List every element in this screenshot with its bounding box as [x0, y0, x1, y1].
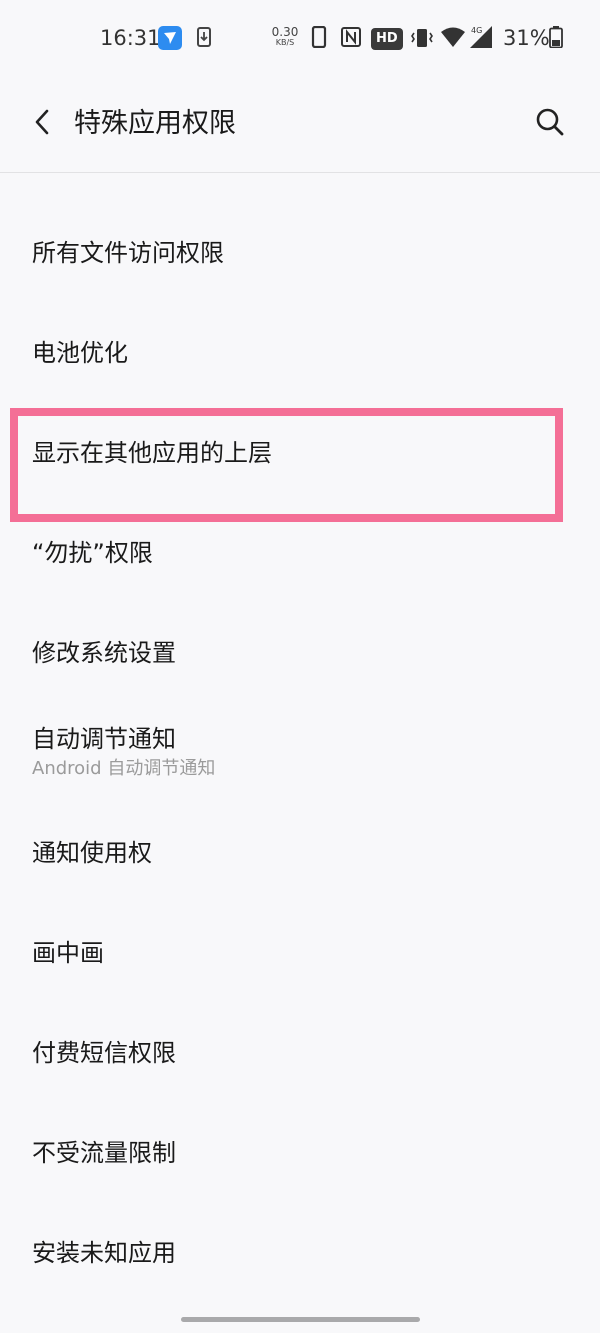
item-title: 不受流量限制	[32, 1139, 176, 1167]
list-item-modify-system-settings[interactable]: 修改系统设置	[0, 603, 600, 703]
network-type-label: 4G	[471, 26, 482, 35]
nfc-icon	[340, 26, 362, 52]
item-title: 修改系统设置	[32, 639, 176, 667]
hd-badge: HD	[371, 28, 403, 50]
list-item-all-files-access[interactable]: 所有文件访问权限	[0, 203, 600, 303]
highlight-box	[10, 408, 563, 522]
list-item-notification-access[interactable]: 通知使用权	[0, 803, 600, 903]
battery-percent: 31%	[503, 26, 550, 50]
status-bar: 16:31 0.30 KB/S HD 4G 31%	[0, 0, 600, 78]
item-title: 画中画	[32, 939, 104, 967]
item-title: 电池优化	[32, 339, 128, 367]
wifi-icon	[440, 26, 466, 52]
item-title: 通知使用权	[32, 839, 152, 867]
search-button[interactable]	[528, 102, 572, 146]
page-title: 特殊应用权限	[74, 108, 236, 139]
download-icon	[196, 26, 212, 52]
list-item-picture-in-picture[interactable]: 画中画	[0, 903, 600, 1003]
list-item-battery-optimization[interactable]: 电池优化	[0, 303, 600, 403]
back-button[interactable]	[24, 104, 60, 144]
signal-icon: 4G	[468, 24, 494, 54]
list-item-unrestricted-data[interactable]: 不受流量限制	[0, 1103, 600, 1203]
net-speed-value: 0.30	[271, 25, 299, 39]
home-indicator[interactable]	[181, 1317, 420, 1322]
net-speed-unit: KB/S	[275, 38, 295, 47]
battery-icon	[549, 26, 563, 52]
item-title: 安装未知应用	[32, 1239, 176, 1267]
item-title: 付费短信权限	[32, 1039, 176, 1067]
item-title: 自动调节通知	[32, 725, 176, 753]
list-item-premium-sms-access[interactable]: 付费短信权限	[0, 1003, 600, 1103]
search-icon	[535, 107, 565, 141]
app-notification-icon	[158, 26, 182, 50]
app-bar: 特殊应用权限	[0, 78, 600, 173]
item-title: “勿扰”权限	[32, 539, 153, 567]
list-item-adaptive-notifications[interactable]: 自动调节通知 Android 自动调节通知	[0, 703, 600, 803]
phone-icon	[311, 25, 327, 52]
item-subtitle: Android 自动调节通知	[32, 758, 216, 779]
list-item-install-unknown-apps[interactable]: 安装未知应用	[0, 1203, 600, 1303]
status-time: 16:31	[100, 26, 161, 50]
vibrate-icon	[410, 26, 434, 54]
net-speed: 0.30 KB/S	[270, 26, 300, 47]
item-title: 所有文件访问权限	[32, 239, 224, 267]
chevron-left-icon	[33, 109, 51, 139]
